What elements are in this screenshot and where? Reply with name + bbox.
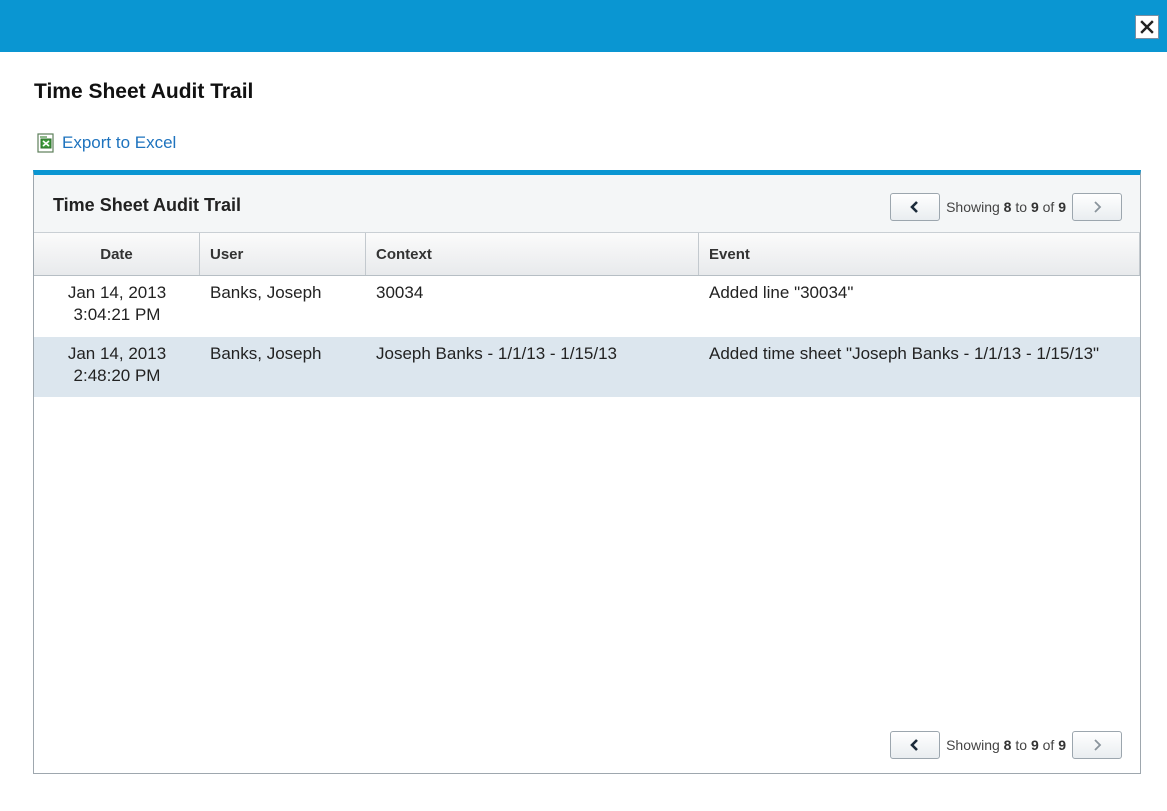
export-to-excel-link[interactable]: Export to Excel xyxy=(36,133,176,153)
audit-trail-panel: Time Sheet Audit Trail Showing 8 to 9 of… xyxy=(33,170,1141,774)
date-cell: Jan 14, 2013 2:48:20 PM xyxy=(34,337,200,397)
event-cell: Added line "30034" xyxy=(709,283,854,302)
date-cell: Jan 14, 2013 3:04:21 PM xyxy=(34,276,200,337)
dialog-titlebar xyxy=(0,0,1167,52)
time-value: 2:48:20 PM xyxy=(73,366,161,385)
column-header-context[interactable]: Context xyxy=(366,233,699,275)
next-page-button[interactable] xyxy=(1072,731,1122,759)
close-button[interactable] xyxy=(1135,15,1159,39)
column-header-event[interactable]: Event xyxy=(699,233,1140,275)
table-body: Jan 14, 2013 3:04:21 PM Banks, Joseph 30… xyxy=(34,276,1140,397)
event-cell: Added time sheet "Joseph Banks - 1/1/13 … xyxy=(709,344,1100,363)
date-value: Jan 14, 2013 xyxy=(67,344,167,363)
date-value: Jan 14, 2013 xyxy=(67,283,167,302)
column-header-user[interactable]: User xyxy=(200,233,366,275)
pager-top: Showing 8 to 9 of 9 xyxy=(890,192,1122,222)
export-to-excel-label: Export to Excel xyxy=(62,133,177,152)
chevron-left-icon xyxy=(910,739,918,751)
prev-page-button[interactable] xyxy=(890,193,941,221)
time-value: 3:04:21 PM xyxy=(73,305,161,324)
table-header: Date User Context Event xyxy=(34,232,1140,276)
user-cell: Banks, Joseph xyxy=(210,283,322,302)
chevron-right-icon xyxy=(1094,739,1102,751)
table-row[interactable]: Jan 14, 2013 2:48:20 PM Banks, Joseph Jo… xyxy=(34,337,1140,397)
panel-header: Time Sheet Audit Trail Showing 8 to 9 of… xyxy=(34,175,1140,232)
next-page-button[interactable] xyxy=(1072,193,1122,221)
context-cell: 30034 xyxy=(376,283,424,302)
dialog-title: Time Sheet Audit Trail xyxy=(34,80,254,103)
chevron-left-icon xyxy=(910,201,918,213)
pager-status: Showing 8 to 9 of 9 xyxy=(946,737,1066,753)
user-cell: Banks, Joseph xyxy=(210,344,322,363)
column-header-date[interactable]: Date xyxy=(34,233,200,275)
excel-icon xyxy=(37,133,54,153)
panel-title: Time Sheet Audit Trail xyxy=(53,195,242,215)
close-icon xyxy=(1140,20,1154,34)
context-cell: Joseph Banks - 1/1/13 - 1/15/13 xyxy=(376,344,617,363)
pager-bottom: Showing 8 to 9 of 9 xyxy=(890,730,1122,760)
table-row[interactable]: Jan 14, 2013 3:04:21 PM Banks, Joseph 30… xyxy=(34,276,1140,337)
chevron-right-icon xyxy=(1094,201,1102,213)
prev-page-button[interactable] xyxy=(890,731,941,759)
pager-status: Showing 8 to 9 of 9 xyxy=(946,199,1066,215)
